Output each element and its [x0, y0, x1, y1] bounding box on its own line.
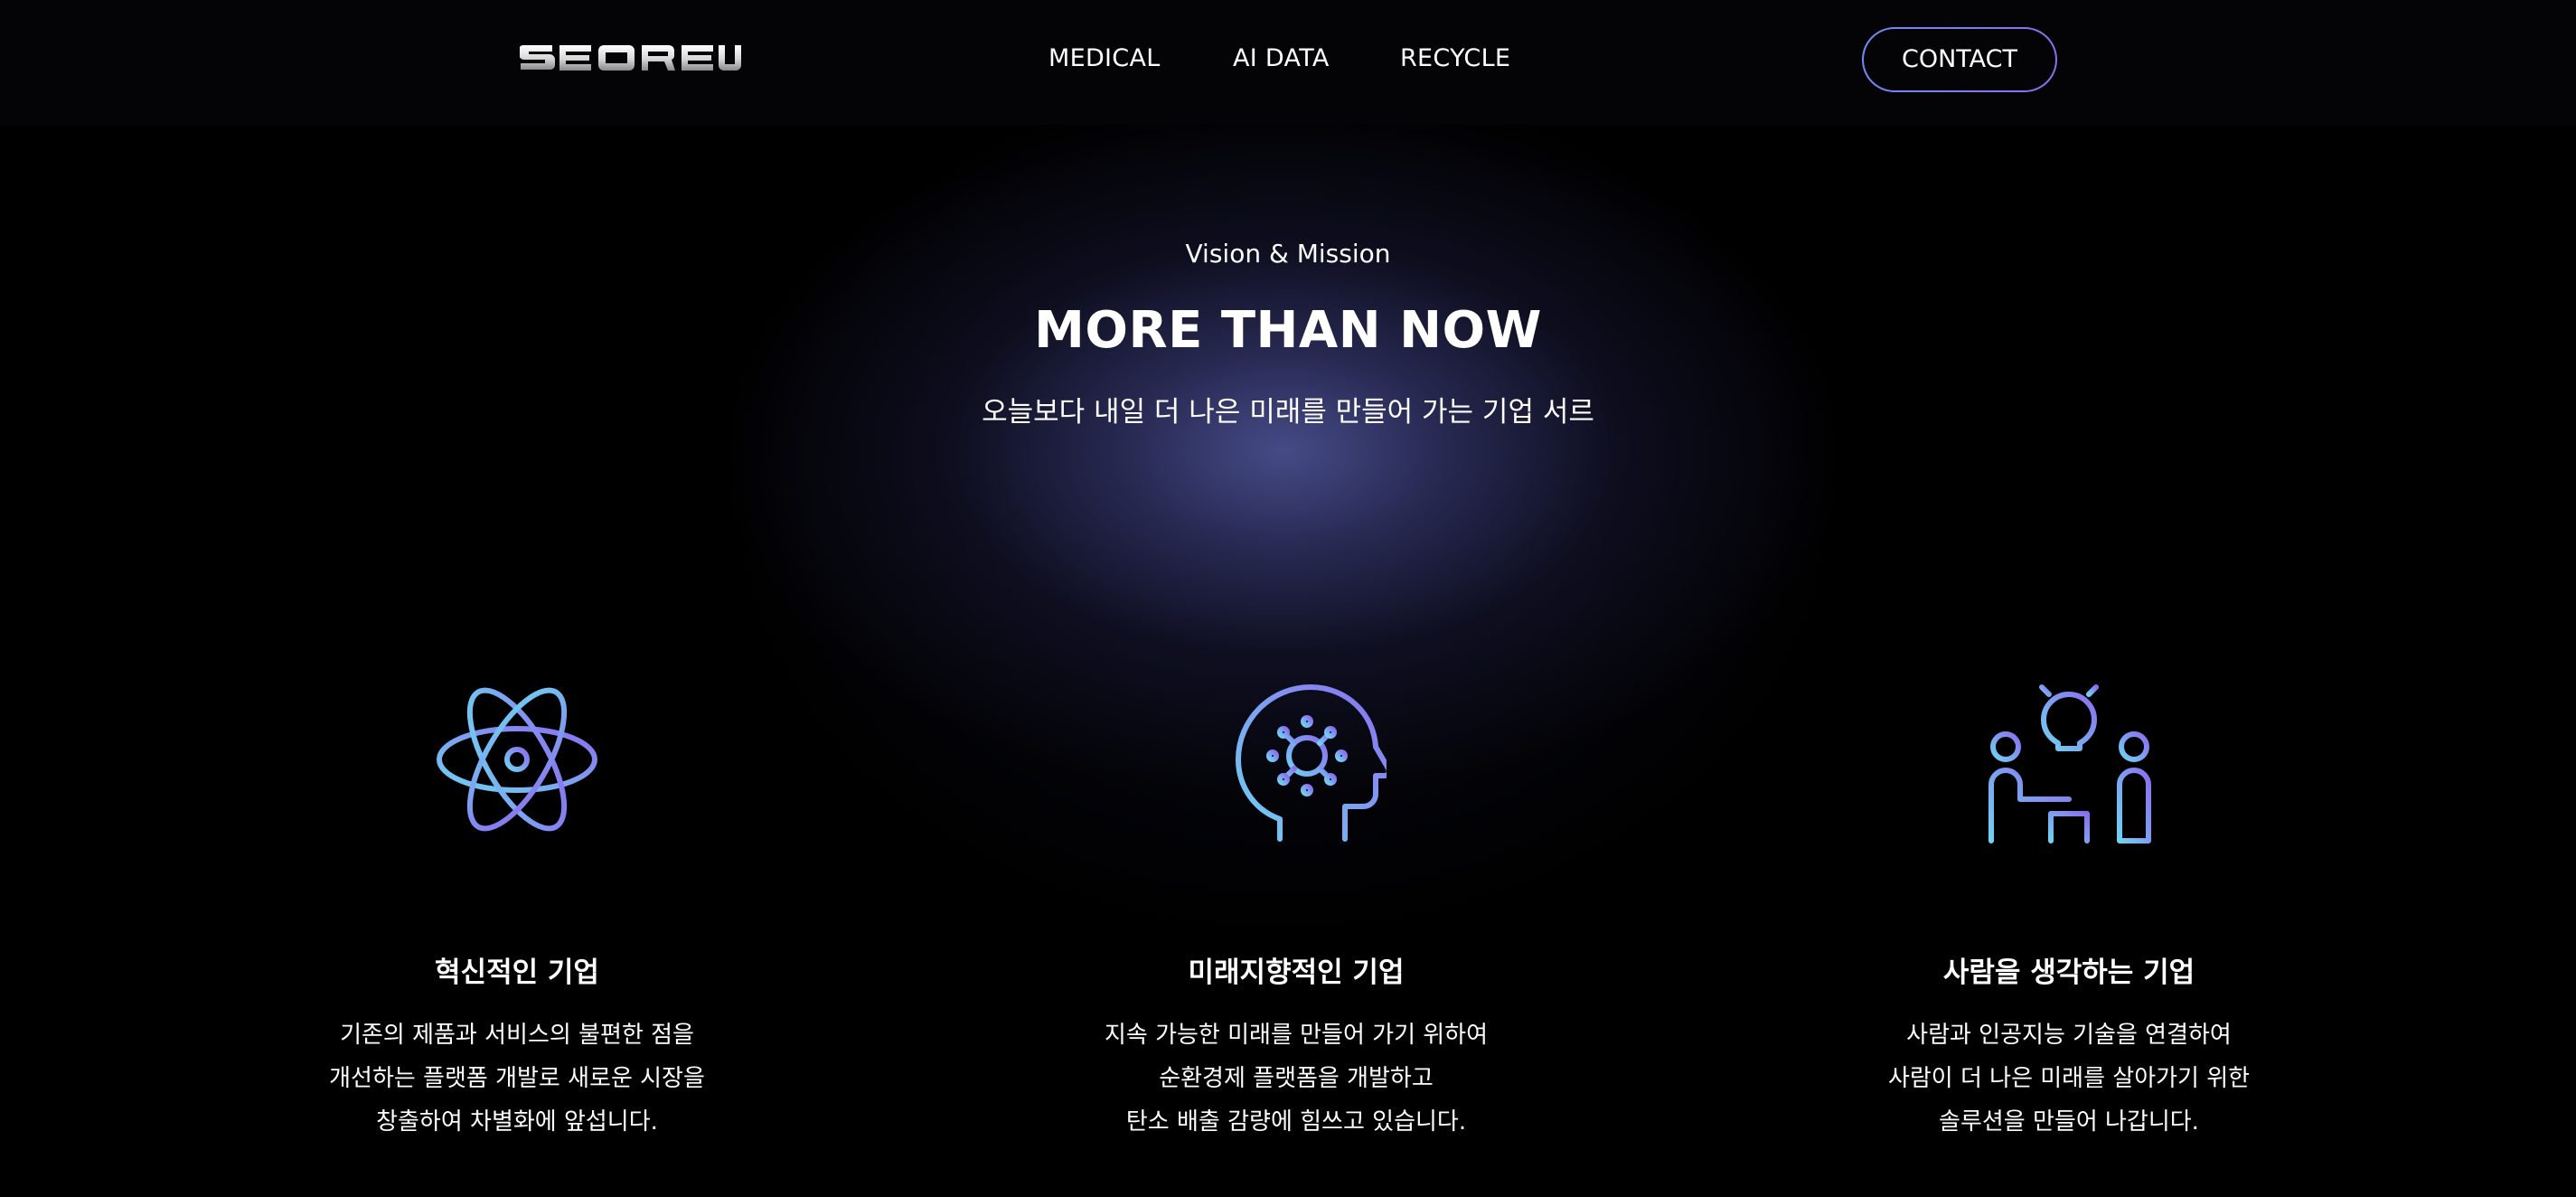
- people-idea-icon: [1979, 669, 2159, 850]
- brand-logo[interactable]: [520, 42, 741, 71]
- section-subtitle: 오늘보다 내일 더 나은 미래를 만들어 가는 기업 서르: [982, 396, 1594, 429]
- value-card-innovative: 혁신적인 기업 기존의 제품과 서비스의 불편한 점을 개선하는 플랫폼 개발로…: [201, 669, 833, 1144]
- value-description-line: 탄소 배출 감량에 힘쓰고 있습니다.: [1125, 1108, 1467, 1136]
- value-description-line: 솔루션을 만들어 나갑니다.: [1939, 1108, 2199, 1136]
- section-title: MORE THAN NOW: [1034, 301, 1542, 360]
- value-title: 미래지향적인 기업: [1188, 957, 1405, 989]
- value-description-line: 순환경제 플랫폼을 개발하고: [1159, 1065, 1434, 1092]
- value-description: 기존의 제품과 서비스의 불편한 점을 개선하는 플랫폼 개발로 새로운 시장을…: [201, 1013, 833, 1144]
- nav-recycle[interactable]: RECYCLE: [1400, 38, 1510, 79]
- atom-icon: [427, 669, 607, 850]
- nav-medical[interactable]: MEDICAL: [1048, 38, 1161, 79]
- site-header: MEDICAL AI DATA RECYCLE CONTACT: [0, 0, 2576, 125]
- value-description: 사람과 인공지능 기술을 연결하여 사람이 더 나은 미래를 살아가기 위한 솔…: [1753, 1013, 2385, 1144]
- nav-ai-data[interactable]: AI DATA: [1233, 38, 1330, 79]
- section-eyebrow: Vision & Mission: [1185, 239, 1391, 269]
- value-description-line: 사람과 인공지능 기술을 연결하여: [1906, 1022, 2232, 1049]
- page: MEDICAL AI DATA RECYCLE CONTACT Vision &…: [0, 0, 2576, 1197]
- head-circuit-icon: [1206, 669, 1387, 850]
- value-description: 지속 가능한 미래를 만들어 가기 위하여 순환경제 플랫폼을 개발하고 탄소 …: [980, 1013, 1612, 1144]
- value-description-line: 기존의 제품과 서비스의 불편한 점을: [340, 1022, 694, 1049]
- value-card-future-oriented: 미래지향적인 기업 지속 가능한 미래를 만들어 가기 위하여 순환경제 플랫폼…: [980, 669, 1612, 1144]
- value-card-people-centric: 사람을 생각하는 기업 사람과 인공지능 기술을 연결하여 사람이 더 나은 미…: [1753, 669, 2385, 1144]
- vision-mission-section: Vision & Mission MORE THAN NOW 오늘보다 내일 더…: [0, 0, 2576, 1197]
- value-description-line: 창출하여 차별화에 앞섭니다.: [376, 1108, 658, 1136]
- value-description-line: 개선하는 플랫폼 개발로 새로운 시장을: [329, 1065, 705, 1092]
- value-description-line: 사람이 더 나은 미래를 살아가기 위한: [1887, 1065, 2251, 1092]
- value-title: 혁신적인 기업: [435, 957, 599, 989]
- value-title: 사람을 생각하는 기업: [1942, 957, 2195, 989]
- value-description-line: 지속 가능한 미래를 만들어 가기 위하여: [1104, 1022, 1489, 1049]
- contact-button[interactable]: CONTACT: [1862, 27, 2057, 92]
